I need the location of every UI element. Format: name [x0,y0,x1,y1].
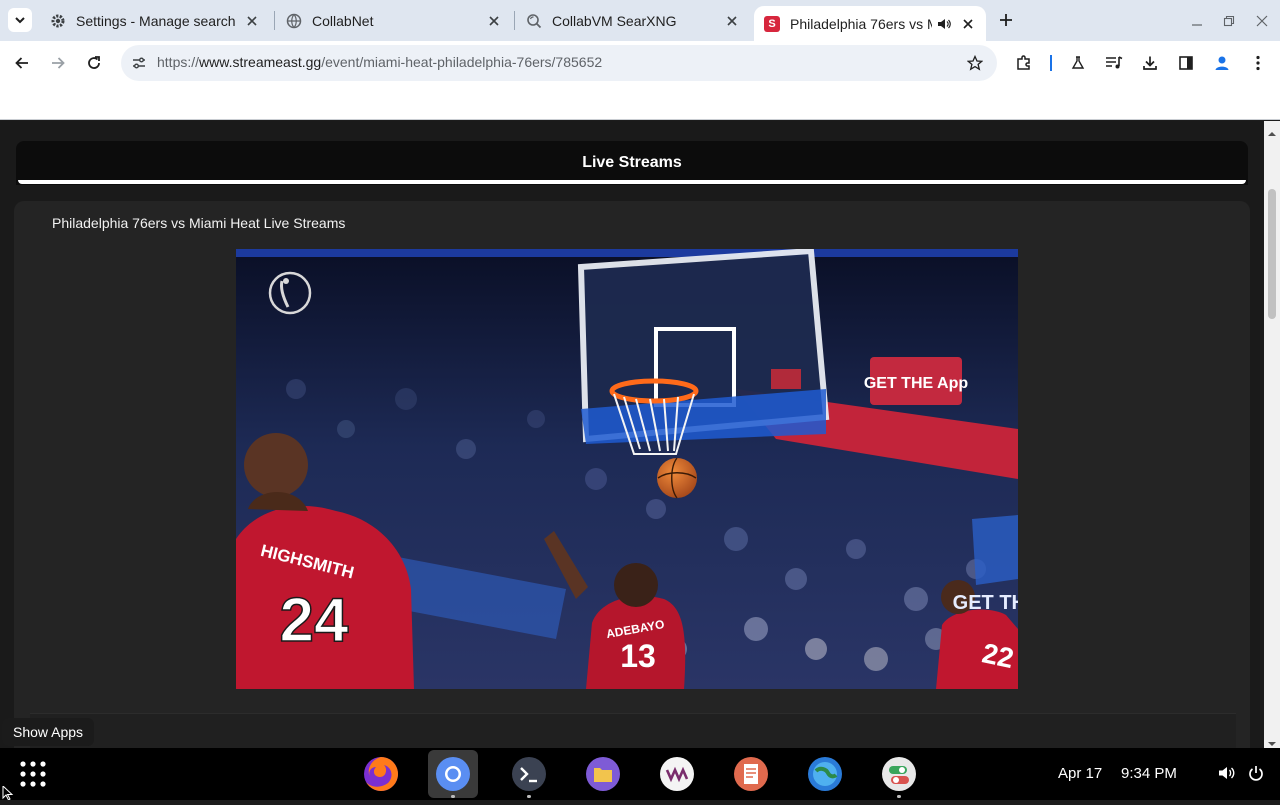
tab-strip: Settings - Manage search engines CollabN… [0,0,1280,41]
running-indicator [897,795,901,798]
tab-philadelphia-76ers[interactable]: S Philadelphia 76ers vs Miami Heat [754,6,986,41]
terminal-icon[interactable] [504,750,554,798]
arrow-left-icon [15,57,28,69]
browser-toolbar: https://www.streameast.gg/event/miami-he… [0,41,1280,85]
gear-icon [50,13,66,29]
scroll-down-arrow-icon[interactable] [1268,735,1276,746]
close-icon[interactable] [244,13,260,29]
close-icon[interactable] [724,13,740,29]
text-editor-icon[interactable] [726,750,776,798]
scrollbar-thumb[interactable] [1268,189,1276,319]
stream-title: Philadelphia 76ers vs Miami Heat Live St… [52,215,346,231]
kebab-menu-icon [1256,55,1260,71]
video-frame: GET THE App HIGHSMITH 24 ADEBAYO 13 22 G… [236,249,1018,689]
web-browser-icon[interactable] [800,750,850,798]
power-icon[interactable] [1246,763,1266,783]
infobar-area [0,85,1280,120]
tab-settings[interactable]: Settings - Manage search engines [40,0,270,41]
back-button[interactable] [8,49,36,77]
side-panel-button[interactable] [1172,49,1200,77]
extensions-button[interactable] [1010,49,1038,77]
restore-button[interactable] [1217,9,1241,33]
firefox-icon[interactable] [356,750,406,798]
jersey-number-22: 22 [980,637,1017,674]
taskbar: Apr 17 9:34 PM [0,748,1280,800]
jersey-number-24: 24 [280,586,349,655]
address-bar[interactable]: https://www.streameast.gg/event/miami-he… [121,45,997,81]
tab-separator [514,11,515,30]
tab-search-button[interactable] [8,8,32,32]
globe-icon [286,13,302,29]
close-icon[interactable] [960,16,976,32]
speaker-icon[interactable] [936,16,952,32]
tab-title: Settings - Manage search engines [76,12,236,29]
download-icon [1143,56,1157,70]
video-player[interactable]: GET THE App HIGHSMITH 24 ADEBAYO 13 22 G… [236,249,1018,689]
page-scrollbar[interactable] [1264,121,1280,748]
page-viewport: Live Streams Philadelphia 76ers vs Miami… [0,121,1264,748]
streameast-icon: S [764,15,780,32]
vm-icon[interactable] [652,750,702,798]
url-text[interactable]: https://www.streameast.gg/event/miami-he… [157,54,602,70]
page-title: Live Streams [582,154,682,171]
close-window-button[interactable] [1250,9,1274,33]
playlist-icon [1106,56,1123,69]
running-indicator [527,795,531,798]
close-icon[interactable] [486,13,502,29]
app-grid-icon[interactable] [18,759,48,789]
profile-icon [1215,56,1229,70]
mouse-cursor-icon [2,784,14,801]
flask-icon [1071,56,1085,69]
tab-separator [274,11,275,30]
side-sign-text: GET THE [953,592,1018,614]
puzzle-icon [1017,55,1030,70]
minimize-button[interactable] [1185,9,1209,33]
search-engine-icon [526,13,542,29]
restore-icon [1223,15,1235,27]
downloads-button[interactable] [1136,49,1164,77]
jersey-number-13: 13 [620,638,656,674]
tab-title: CollabVM SearXNG [552,12,677,29]
tab-searxng[interactable]: CollabVM SearXNG [516,0,750,41]
volume-icon[interactable] [1217,763,1237,783]
live-streams-header: Live Streams [16,141,1248,185]
tab-title: CollabNet [312,12,374,29]
scroll-up-arrow-icon[interactable] [1268,125,1276,136]
new-tab-button[interactable] [994,8,1018,32]
nba-espn-logo [268,269,312,317]
arrow-right-icon [52,57,65,69]
reload-icon [88,56,100,69]
running-indicator [451,795,455,798]
settings-toggle-icon[interactable] [874,750,924,798]
plus-icon [1000,14,1012,26]
clock-date[interactable]: Apr 17 [1058,765,1102,782]
tab-title: Philadelphia 76ers vs Miami Heat [790,15,932,32]
minimize-icon [1192,24,1202,26]
bookmark-star-icon[interactable] [965,53,985,73]
next-stream-card [30,713,1236,748]
chromium-icon[interactable] [428,750,478,798]
site-info-icon[interactable] [129,53,149,73]
reload-button[interactable] [80,49,108,77]
show-apps-tooltip: Show Apps [2,718,95,746]
toolbar-divider [1050,55,1052,71]
close-icon [1256,15,1268,27]
profile-button[interactable] [1208,49,1236,77]
files-icon[interactable] [578,750,628,798]
tab-collabnet[interactable]: CollabNet [276,0,512,41]
url-prefix: https:// [157,54,200,70]
url-path: /event/miami-heat-philadelphia-76ers/785… [321,54,603,70]
clock-time[interactable]: 9:34 PM [1121,765,1177,782]
labs-button[interactable] [1064,49,1092,77]
chevron-down-icon [15,17,25,24]
forward-button[interactable] [44,49,72,77]
side-panel-icon [1179,56,1193,70]
url-host: www.streameast.gg [199,54,322,70]
stream-card: Philadelphia 76ers vs Miami Heat Live St… [14,201,1250,748]
menu-button[interactable] [1244,49,1272,77]
header-underline [18,180,1246,184]
media-controls-button[interactable] [1100,49,1128,77]
get-the-app-sign: GET THE App [864,375,969,392]
